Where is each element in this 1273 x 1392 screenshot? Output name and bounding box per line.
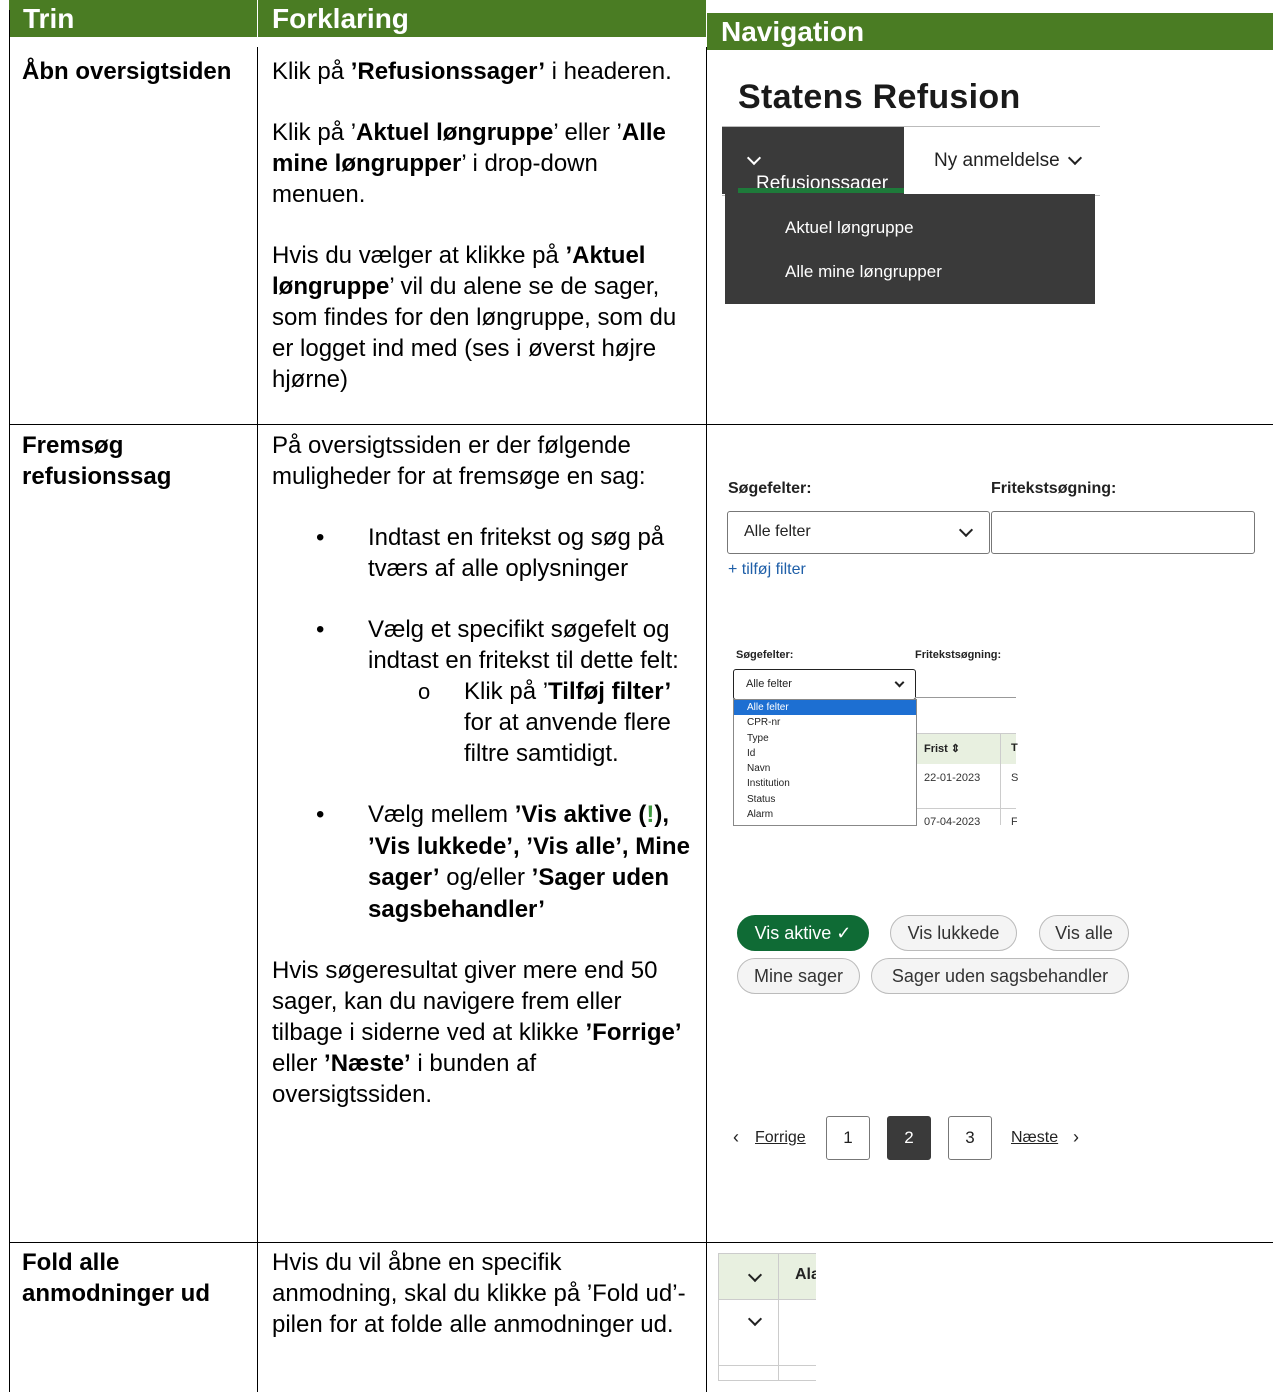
table-border: [718, 1253, 719, 1381]
chevron-down-icon: [746, 150, 762, 166]
row-tail: S: [1011, 772, 1019, 784]
explanation-search-case: På oversigtssiden er der følgende muligh…: [272, 430, 692, 1110]
menu-refusionssager[interactable]: Refusionssager: [722, 127, 904, 194]
step-search-case: Fremsøg refusionssag: [22, 432, 172, 490]
option-cpr[interactable]: CPR-nr: [734, 715, 916, 730]
row-date: 07-04-2023: [924, 817, 981, 825]
input-underline: [915, 697, 1016, 698]
select-value: Alle felter: [746, 678, 792, 690]
column-t: T: [1011, 742, 1018, 754]
freetext-input[interactable]: [991, 511, 1255, 554]
header-trin-label: Trin: [23, 3, 75, 34]
row-date: 22-01-2023: [924, 772, 981, 784]
dropdown-item-alle[interactable]: Alle mine løngrupper: [785, 262, 942, 282]
header-cell-trin: Trin: [9, 0, 257, 37]
header-forklaring-label: Forklaring: [272, 3, 409, 34]
step-open-overview: Åbn oversigtsiden: [22, 58, 232, 85]
filter-mine-sager[interactable]: Mine sager: [737, 958, 860, 994]
expand-row-chevron-icon[interactable]: [747, 1311, 763, 1327]
menu-ny-anmeldelse[interactable]: Ny anmeldelse: [934, 150, 1082, 172]
freetext-label-small: Fritekstsøgning:: [915, 649, 1002, 661]
pagination-prev[interactable]: Forrige: [755, 1129, 806, 1147]
list-item: Vælg mellem ’Vis aktive (!), ’Vis lukked…: [272, 799, 692, 925]
row-divider: [718, 1299, 816, 1300]
active-underline: [738, 188, 904, 193]
explanation-open-overview: Klik på ’Refusionssager’ i headeren. Kli…: [272, 56, 692, 395]
chevron-left-icon[interactable]: ‹: [733, 1127, 739, 1148]
app-title: Statens Refusion: [738, 78, 1021, 116]
option-institution[interactable]: Institution: [734, 776, 916, 791]
header-cell-navigation: Navigation: [707, 13, 1273, 50]
paragraph: Hvis du vælger at klikke på ’Aktuel løng…: [272, 242, 677, 393]
select-value: Alle felter: [744, 523, 811, 540]
row-divider: [914, 808, 1016, 809]
search-fields-options: Alle felter CPR-nr Type Id Navn Institut…: [733, 699, 917, 826]
paragraph: Klik på ’Refusionssager’ i headeren.: [272, 58, 672, 85]
freetext-label: Fritekstsøgning:: [991, 480, 1117, 497]
paragraph: Klik på ’Aktuel løngruppe’ eller ’Alle m…: [272, 119, 666, 208]
chevron-down-icon: [958, 522, 974, 538]
step-expand-requests: Fold alle anmodninger ud: [22, 1249, 210, 1307]
explanation-expand-requests: Hvis du vil åbne en specifik anmodning, …: [272, 1249, 686, 1338]
column-frist[interactable]: Frist ⇕: [924, 742, 960, 755]
list-item: Indtast en fritekst og søg på tværs af a…: [272, 522, 692, 584]
filter-vis-alle[interactable]: Vis alle: [1039, 915, 1129, 951]
filter-vis-lukkede[interactable]: Vis lukkede: [890, 915, 1017, 951]
option-id[interactable]: Id: [734, 746, 916, 761]
page-button-current[interactable]: 2: [887, 1116, 931, 1160]
column-divider: [1000, 733, 1001, 825]
grid-line: [257, 47, 258, 1392]
page-button[interactable]: 1: [826, 1116, 870, 1160]
sub-list-item: Klik på ’Tilføj filter’ for at anvende f…: [368, 676, 692, 769]
row-tail: F: [1011, 817, 1017, 825]
column-alarm: Ala: [795, 1266, 816, 1283]
grid-line: [706, 47, 707, 1392]
list-item: Vælg et specifikt søgefelt og indtast en…: [272, 614, 692, 769]
grid-line: [9, 10, 10, 1392]
paragraph: På oversigtssiden er der følgende muligh…: [272, 432, 646, 490]
add-filter-link[interactable]: + tilføj filter: [728, 561, 806, 579]
option-navn[interactable]: Navn: [734, 761, 916, 776]
header-cell-forklaring: Forklaring: [258, 0, 706, 37]
option-type[interactable]: Type: [734, 731, 916, 746]
paragraph: Hvis søgeresultat giver mere end 50 sage…: [272, 957, 682, 1108]
grid-line: [9, 424, 1273, 425]
chevron-down-icon: [894, 677, 905, 688]
search-fields-select-small[interactable]: Alle felter: [733, 669, 916, 700]
column-divider: [778, 1253, 779, 1381]
pagination-next[interactable]: Næste: [1011, 1129, 1058, 1147]
chevron-right-icon[interactable]: ›: [1073, 1127, 1079, 1148]
header-navigation-label: Navigation: [721, 16, 865, 47]
dropdown-item-aktuel[interactable]: Aktuel løngruppe: [785, 218, 914, 238]
row-divider: [718, 1380, 816, 1381]
page-button[interactable]: 3: [948, 1116, 992, 1160]
chevron-down-icon: [1067, 150, 1082, 166]
row-divider: [718, 1365, 816, 1366]
option-alle-felter[interactable]: Alle felter: [734, 700, 916, 716]
search-fields-select[interactable]: Alle felter: [727, 511, 990, 554]
search-fields-label: Søgefelter:: [728, 480, 812, 497]
grid-line: [9, 1242, 1273, 1243]
option-status[interactable]: Status: [734, 792, 916, 807]
menu-label: Ny anmeldelse: [934, 150, 1060, 171]
dropdown-menu: Aktuel løngruppe Alle mine løngrupper: [725, 194, 1095, 304]
filter-vis-aktive[interactable]: Vis aktive ✓: [737, 915, 869, 951]
option-alarm[interactable]: Alarm: [734, 807, 916, 822]
filter-sager-uden-sagsbehandler[interactable]: Sager uden sagsbehandler: [871, 958, 1129, 994]
search-fields-label-small: Søgefelter:: [736, 649, 794, 661]
